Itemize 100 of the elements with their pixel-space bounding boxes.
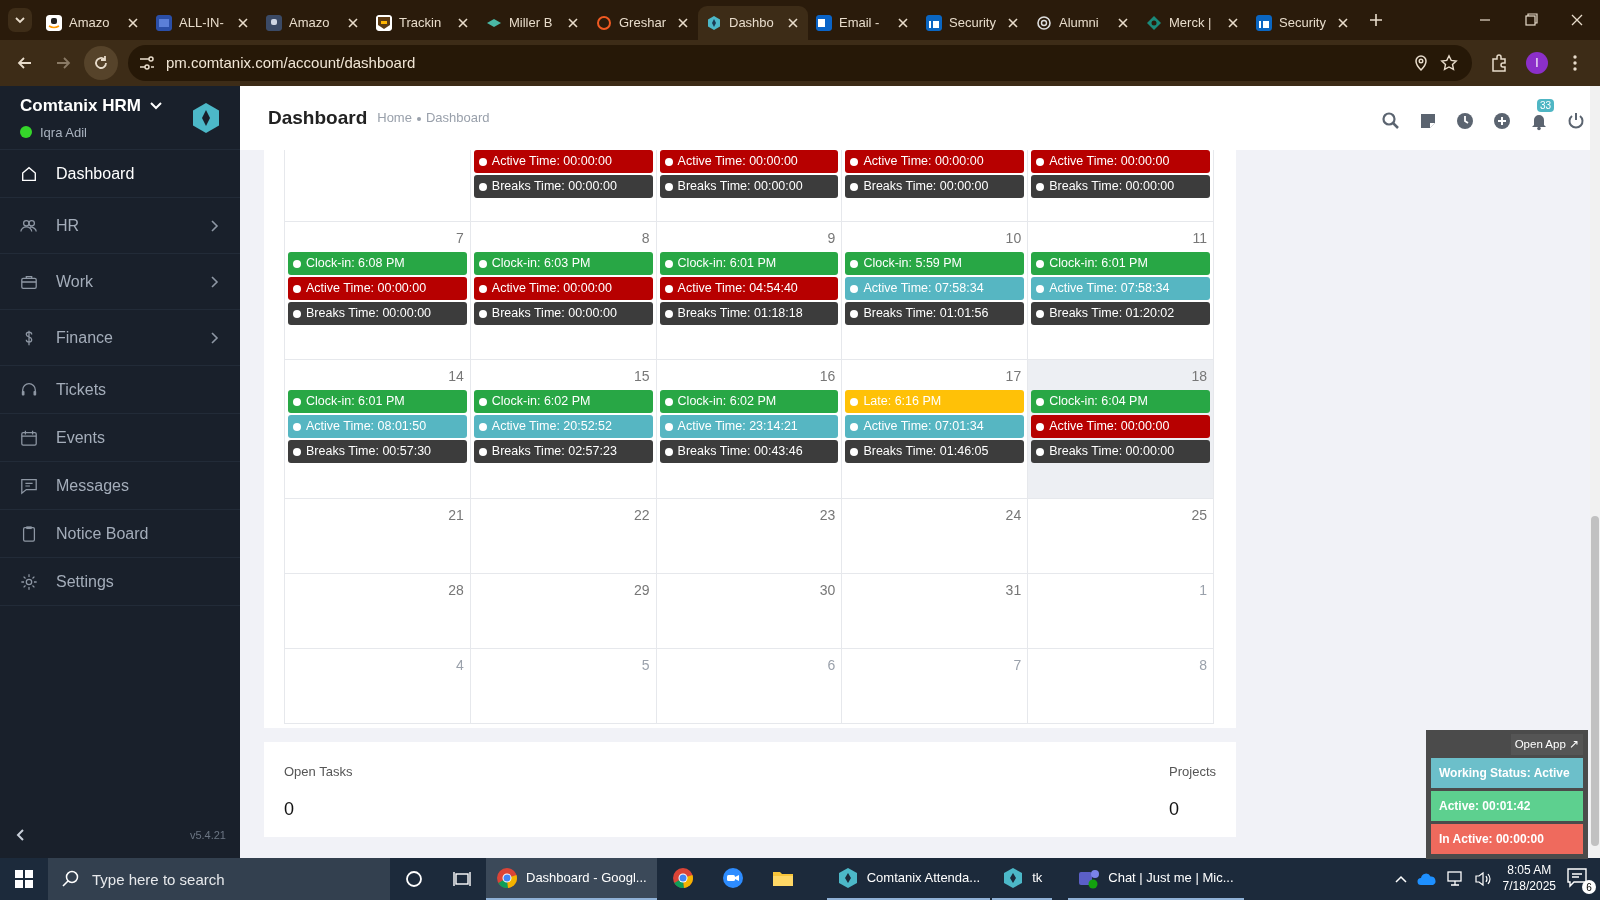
notification-center-icon[interactable] (1566, 866, 1588, 888)
extensions-icon[interactable] (1489, 53, 1509, 73)
volume-icon[interactable] (1474, 871, 1493, 887)
day-number[interactable]: 31 (844, 576, 1026, 604)
calendar-day-cell[interactable]: 18 Clock-in: 6:04 PM Active Time: 00:00:00 Breaks Time: 00:00:00 (1028, 360, 1214, 498)
calendar-event[interactable]: Breaks Time: 01:46:05 (845, 440, 1025, 463)
chevron-down-icon[interactable] (14, 14, 26, 26)
site-settings-icon[interactable] (138, 54, 156, 72)
day-number[interactable]: 29 (472, 576, 654, 604)
chevron-down-icon[interactable] (148, 100, 163, 111)
day-number[interactable]: 18 (1030, 362, 1211, 390)
day-number[interactable]: 23 (658, 501, 840, 529)
new-tab-icon[interactable] (1368, 12, 1384, 28)
calendar-event[interactable]: Active Time: 04:54:40 (659, 277, 839, 300)
calendar-event[interactable]: Breaks Time: 01:20:02 (1031, 302, 1210, 325)
calendar-event[interactable]: Breaks Time: 00:00:00 (288, 302, 467, 325)
browser-tab[interactable]: Dashbo (698, 6, 808, 40)
calendar-event[interactable]: Breaks Time: 00:00:00 (845, 175, 1025, 198)
calendar-day-cell[interactable]: 23 (656, 499, 843, 573)
day-number[interactable]: 24 (844, 501, 1026, 529)
day-number[interactable]: 10 (844, 224, 1026, 252)
calendar-day-cell[interactable]: 28 (285, 574, 471, 648)
calendar-event[interactable]: Active Time: 00:00:00 (473, 150, 653, 173)
open-app-button[interactable]: Open App ↗ (1510, 734, 1583, 756)
calendar-event[interactable]: Breaks Time: 00:43:46 (659, 440, 839, 463)
browser-tab[interactable]: Security (918, 6, 1028, 40)
browser-tab[interactable]: ALL-IN- (148, 6, 258, 40)
close-icon[interactable] (1116, 16, 1130, 30)
calendar-event[interactable]: Active Time: 00:00:00 (659, 150, 839, 173)
calendar-event[interactable]: Breaks Time: 00:00:00 (473, 175, 653, 198)
browser-tab[interactable]: Miller B (478, 6, 588, 40)
caret-up-icon[interactable] (1394, 874, 1407, 884)
clock[interactable]: 8:05 AM 7/18/2025 (1502, 863, 1556, 895)
taskbar-window-button[interactable]: Dashboard - Googl... (486, 858, 657, 900)
power-icon[interactable] (1566, 110, 1586, 131)
browser-tab[interactable]: Email - (808, 6, 918, 40)
calendar-day-cell[interactable]: 21 (285, 499, 471, 573)
calendar-day-cell[interactable]: 11 Clock-in: 6:01 PM Active Time: 07:58:34 Breaks Time: 01:20:02 (1028, 222, 1214, 359)
day-number[interactable]: 7 (287, 224, 468, 252)
calendar-day-cell[interactable]: 24 (842, 499, 1029, 573)
taskbar-search-field[interactable]: Type here to search (48, 858, 390, 900)
task-view-icon[interactable] (453, 870, 471, 888)
calendar-event[interactable]: Active Time: 00:00:00 (473, 277, 653, 300)
reload-icon[interactable] (92, 54, 110, 72)
taskbar-window-button[interactable]: tk (992, 858, 1053, 900)
day-number[interactable]: 21 (287, 501, 468, 529)
calendar-day-cell[interactable]: 14 Clock-in: 6:01 PM Active Time: 08:01:50 Breaks Time: 00:57:30 (285, 360, 471, 498)
close-icon[interactable] (456, 16, 470, 30)
calendar-day-cell[interactable]: 22 (470, 499, 657, 573)
calendar-event[interactable]: Breaks Time: 01:01:56 (845, 302, 1025, 325)
profile-avatar[interactable]: I (1526, 52, 1548, 74)
calendar-event[interactable]: Active Time: 00:00:00 (288, 277, 467, 300)
day-number[interactable]: 11 (1030, 224, 1211, 252)
close-icon[interactable] (676, 16, 690, 30)
calendar-day-cell[interactable]: 10 Clock-in: 5:59 PM Active Time: 07:58:34 Breaks Time: 01:01:56 (842, 222, 1029, 359)
calendar-event[interactable]: Breaks Time: 00:00:00 (473, 302, 653, 325)
network-icon[interactable] (1446, 871, 1465, 887)
close-icon[interactable] (896, 16, 910, 30)
calendar-day-cell[interactable]: 7 Clock-in: 6:08 PM Active Time: 00:00:00 Breaks Time: 00:00:00 (285, 222, 471, 359)
taskbar-window-button[interactable]: Chat | Just me | Mic... (1068, 858, 1244, 900)
close-icon[interactable] (126, 16, 140, 30)
calendar-event[interactable]: Active Time: 00:00:00 (1031, 150, 1210, 173)
calendar-day-cell[interactable]: Active Time: 00:00:00 Breaks Time: 00:00:00 (842, 150, 1029, 221)
cloud-icon[interactable] (1416, 872, 1437, 886)
browser-tab[interactable]: Amazo (38, 6, 148, 40)
day-number[interactable]: 17 (844, 362, 1026, 390)
scrollbar[interactable] (1590, 86, 1600, 858)
add-icon[interactable] (1492, 110, 1512, 131)
search-icon[interactable] (1381, 110, 1401, 131)
calendar-event[interactable]: Breaks Time: 00:57:30 (288, 440, 467, 463)
close-icon[interactable] (786, 16, 800, 30)
clock-icon[interactable] (1455, 110, 1475, 131)
calendar-day-cell[interactable]: 31 (842, 574, 1029, 648)
day-number[interactable]: 22 (472, 501, 654, 529)
close-icon[interactable] (566, 16, 580, 30)
close-icon[interactable] (1226, 16, 1240, 30)
day-number[interactable]: 15 (472, 362, 654, 390)
close-icon[interactable] (1006, 16, 1020, 30)
calendar-day-cell[interactable]: 30 (656, 574, 843, 648)
browser-tab[interactable]: Security (1248, 6, 1358, 40)
close-icon[interactable] (1336, 16, 1350, 30)
day-number[interactable]: 25 (1030, 501, 1211, 529)
collapse-icon[interactable] (14, 828, 26, 842)
calendar-event[interactable]: Breaks Time: 01:18:18 (659, 302, 839, 325)
browser-tab[interactable]: Alumni (1028, 6, 1138, 40)
calendar-day-cell[interactable]: 29 (470, 574, 657, 648)
address-bar[interactable]: pm.comtanix.com/account/dashboard (128, 45, 1472, 81)
day-number[interactable]: 16 (658, 362, 840, 390)
browser-tab[interactable]: Greshar (588, 6, 698, 40)
browser-tab[interactable]: Amazo (258, 6, 368, 40)
calendar-event[interactable]: Breaks Time: 00:00:00 (1031, 175, 1210, 198)
calendar-day-cell[interactable]: 15 Clock-in: 6:02 PM Active Time: 20:52:52 Breaks Time: 02:57:23 (470, 360, 657, 498)
calendar-day-cell[interactable]: 16 Clock-in: 6:02 PM Active Time: 23:14:21 Breaks Time: 00:43:46 (656, 360, 843, 498)
calendar-event[interactable]: Active Time: 00:00:00 (1031, 415, 1210, 438)
windows-start-icon[interactable] (15, 870, 33, 888)
calendar-day-cell[interactable]: 8 Clock-in: 6:03 PM Active Time: 00:00:00 Breaks Time: 00:00:00 (470, 222, 657, 359)
day-number[interactable]: 28 (287, 576, 468, 604)
day-number[interactable]: 9 (658, 224, 840, 252)
location-icon[interactable] (1412, 54, 1430, 72)
close-icon[interactable] (236, 16, 250, 30)
